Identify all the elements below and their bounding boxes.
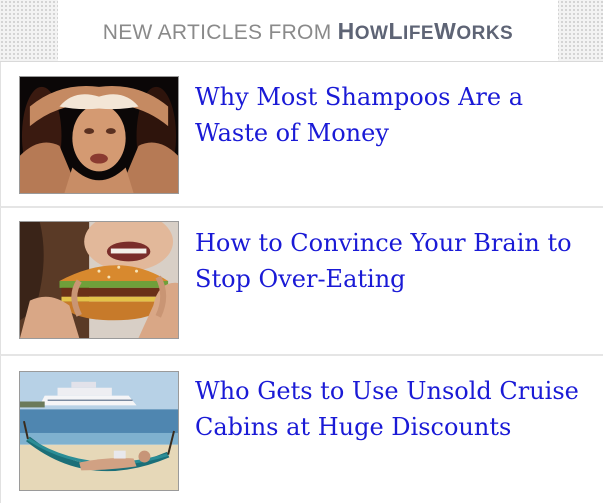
articles-widget: NEW ARTICLES FROM HOWLIFEWORKS Why Most … — [0, 0, 603, 503]
header-title: NEW ARTICLES FROM HOWLIFEWORKS — [58, 0, 558, 62]
article-title-link[interactable]: Why Most Shampoos Are a Waste of Money — [195, 79, 595, 151]
article-thumbnail[interactable] — [19, 76, 179, 194]
woman-washing-hair-photo — [20, 77, 178, 193]
article-thumbnail[interactable] — [19, 371, 179, 491]
article-item: Why Most Shampoos Are a Waste of Money — [0, 62, 603, 208]
article-title-link[interactable]: How to Convince Your Brain to Stop Over-… — [195, 225, 595, 297]
header-prefix: NEW ARTICLES FROM — [102, 21, 332, 44]
article-item: Who Gets to Use Unsold Cruise Cabins at … — [0, 356, 603, 503]
woman-eating-burger-photo — [20, 222, 178, 338]
article-thumbnail[interactable] — [19, 221, 179, 339]
widget-header: NEW ARTICLES FROM HOWLIFEWORKS — [0, 0, 603, 62]
brand-link[interactable]: HOWLIFEWORKS — [338, 18, 514, 44]
cruise-ship-hammock-photo — [20, 372, 178, 490]
article-title-link[interactable]: Who Gets to Use Unsold Cruise Cabins at … — [195, 373, 595, 445]
article-item: How to Convince Your Brain to Stop Over-… — [0, 208, 603, 356]
